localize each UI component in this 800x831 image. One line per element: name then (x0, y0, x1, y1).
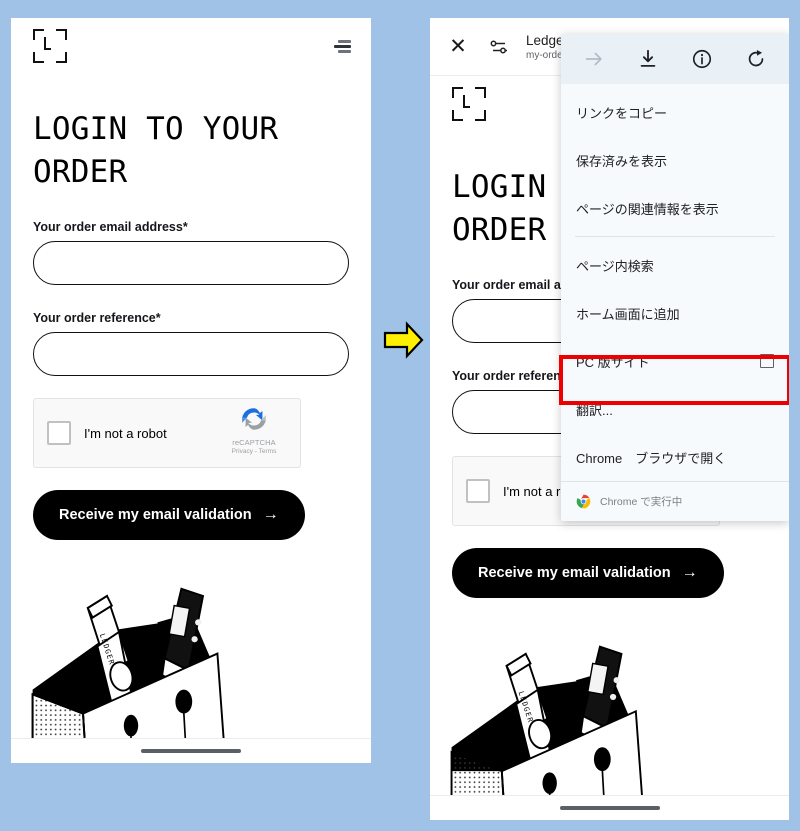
reference-field-label: Your order reference* (33, 311, 161, 325)
forward-arrow-icon[interactable] (583, 48, 605, 70)
recaptcha-branding: reCAPTCHA Privacy - Terms (217, 406, 291, 455)
recaptcha-icon (242, 408, 266, 430)
ledger-logo[interactable] (452, 87, 486, 121)
menu-footer-label: Chrome で実行中 (600, 496, 683, 508)
arrow-right-icon: → (262, 506, 279, 523)
menu-item-label: 保存済みを表示 (576, 153, 668, 169)
page-title-line-1: LOGIN TO YOUR (33, 111, 279, 147)
order-reference-input[interactable] (33, 332, 349, 376)
phone-screenshot-after: ✕ Ledger - my-order.le LOGIN TO YOUR ORD… (430, 18, 789, 820)
arrow-right-icon: → (681, 564, 698, 581)
home-indicator (430, 795, 789, 820)
recaptcha-checkbox[interactable] (47, 421, 71, 445)
menu-item-label: Chrome ブラウザで開く (576, 450, 727, 466)
recaptcha-brand-text: reCAPTCHA (232, 438, 276, 447)
ledger-devices-in-box-illustration: LEDGER (430, 618, 789, 820)
browser-overflow-menu: リンクをコピー 保存済みを表示 ページの関連情報を表示 ページ内検索 ホーム画面… (561, 34, 789, 521)
hamburger-menu-icon[interactable] (331, 39, 351, 53)
menu-item-label: ページ内検索 (576, 258, 654, 274)
arrow-svg (383, 321, 424, 359)
cta-label: Receive my email validation (59, 507, 252, 523)
recaptcha-label: I'm not a robot (84, 425, 167, 441)
menu-item-page-info[interactable]: ページの関連情報を表示 (561, 184, 789, 232)
page-settings-icon[interactable] (489, 37, 509, 57)
transition-arrow-icon (381, 318, 425, 362)
menu-item-label: ホーム画面に追加 (576, 306, 680, 322)
reload-icon[interactable] (745, 48, 767, 70)
menu-item-open-in-chrome[interactable]: Chrome ブラウザで開く (561, 433, 789, 481)
menu-item-desktop-site[interactable]: PC 版サイト (561, 337, 789, 385)
menu-item-copy-link[interactable]: リンクをコピー (561, 88, 789, 136)
menu-item-label: リンクをコピー (576, 105, 668, 121)
recaptcha-widget[interactable]: I'm not a robot reCAPTCHA Privacy - Term… (33, 398, 301, 468)
chrome-logo-icon (576, 494, 591, 509)
info-icon[interactable] (691, 48, 713, 70)
page-title-line-2: ORDER (33, 154, 128, 190)
receive-email-validation-button[interactable]: Receive my email validation → (33, 490, 305, 540)
order-email-input[interactable] (33, 241, 349, 285)
receive-email-validation-button[interactable]: Receive my email validation → (452, 548, 724, 598)
menu-divider (575, 236, 775, 237)
menu-item-add-to-home[interactable]: ホーム画面に追加 (561, 289, 789, 337)
page-title: LOGIN TO YOUR ORDER (33, 108, 349, 194)
menu-item-label: ページの関連情報を表示 (576, 201, 719, 217)
menu-item-translate[interactable]: 翻訳... (561, 385, 789, 433)
ledger-devices-in-box-illustration: LEDGER (11, 560, 371, 763)
illustration-svg: LEDGER (31, 587, 226, 755)
download-icon[interactable] (637, 48, 659, 70)
menu-item-show-saved[interactable]: 保存済みを表示 (561, 136, 789, 184)
menu-item-label: PC 版サイト (576, 354, 650, 370)
recaptcha-legal-links[interactable]: Privacy - Terms (217, 448, 291, 455)
menu-item-list: リンクをコピー 保存済みを表示 ページの関連情報を表示 ページ内検索 ホーム画面… (561, 84, 789, 481)
ledger-logo[interactable] (33, 29, 67, 63)
menu-item-find-in-page[interactable]: ページ内検索 (561, 241, 789, 289)
ledger-login-page: LOGIN TO YOUR ORDER Your order email add… (11, 18, 371, 763)
home-indicator (11, 738, 371, 763)
menu-item-label: 翻訳... (576, 402, 613, 418)
illustration-svg-2: LEDGER (450, 645, 645, 812)
page-body: LOGIN TO YOUR ORDER Your order email add… (11, 108, 371, 540)
close-icon[interactable]: ✕ (446, 36, 470, 57)
menu-toolbar (561, 34, 789, 84)
cta-label: Receive my email validation (478, 565, 671, 581)
desktop-site-checkbox[interactable] (760, 354, 774, 368)
menu-footer-running-in-chrome: Chrome で実行中 (561, 481, 789, 521)
site-header (11, 18, 371, 74)
phone-screenshot-before: LOGIN TO YOUR ORDER Your order email add… (11, 18, 371, 763)
email-field-label: Your order email address* (33, 220, 188, 234)
recaptcha-checkbox[interactable] (466, 479, 490, 503)
